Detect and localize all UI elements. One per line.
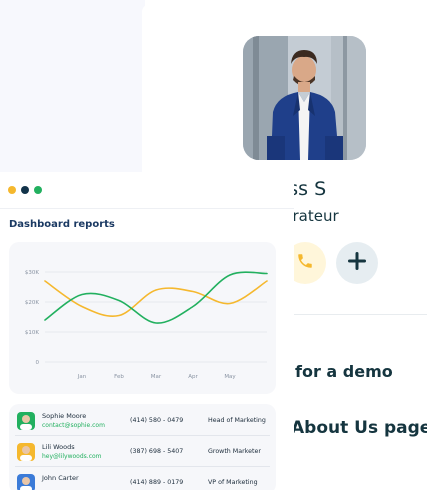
phone-icon [296, 252, 314, 274]
row-divider [15, 435, 270, 436]
x-tick-label: Mar [151, 374, 162, 380]
contact-email[interactable]: contact@sophie.com [42, 422, 105, 429]
window-dot[interactable] [21, 186, 29, 194]
contact-name: John Carter [42, 474, 79, 482]
window-dot[interactable] [8, 186, 16, 194]
window-controls [8, 186, 42, 194]
x-tick-label: Apr [188, 374, 198, 380]
add-button[interactable] [336, 242, 378, 284]
series-line-1 [44, 280, 268, 317]
row-divider [15, 466, 270, 467]
contact-phone: (414) 889 - 0179 [130, 479, 184, 486]
avatar [17, 412, 35, 430]
x-tick-label: May [224, 374, 236, 380]
background-panel [0, 0, 145, 172]
divider [292, 314, 427, 315]
plus-icon [346, 250, 368, 276]
line-chart: $30K $20K $10K 0 Jan Feb Mar Apr May [25, 270, 268, 380]
contacts-table: Sophie Moore contact@sophie.com (414) 58… [9, 404, 276, 490]
y-tick-label: $10K [25, 330, 39, 336]
contact-email[interactable]: hey@lilywoods.com [42, 453, 102, 460]
table-row[interactable]: Lili Woods hey@lilywoods.com (387) 698 -… [9, 437, 276, 467]
book-demo-link[interactable]: for a demo [295, 362, 393, 381]
contact-role: Head of Marketing [208, 417, 266, 424]
profile-photo [243, 36, 366, 160]
x-tick-label: Feb [114, 374, 124, 380]
contact-phone: (414) 580 - 0479 [130, 417, 184, 424]
contact-role: VP of Marketing [208, 479, 258, 486]
contact-name: Lili Woods [42, 443, 75, 451]
y-tick-label: $30K [25, 270, 39, 276]
window-divider [0, 208, 294, 209]
avatar [17, 443, 35, 461]
dashboard-window: Dashboard reports $30K $20K $10K 0 Jan Feb Mar… [0, 172, 294, 490]
table-row[interactable]: Sophie Moore contact@sophie.com (414) 58… [9, 406, 276, 436]
y-tick-label: 0 [36, 360, 40, 366]
window-dot[interactable] [34, 186, 42, 194]
about-us-link[interactable]: About Us page [291, 418, 427, 438]
y-tick-label: $20K [25, 300, 39, 306]
series-line-2 [44, 271, 268, 324]
table-row[interactable]: John Carter (414) 889 - 0179 VP of Marke… [9, 468, 276, 490]
contact-role: Growth Marketer [208, 448, 261, 455]
x-tick-label: Jan [77, 374, 87, 380]
contact-phone: (387) 698 - 5407 [130, 448, 184, 455]
contact-name: Sophie Moore [42, 412, 87, 420]
avatar [17, 474, 35, 490]
dashboard-title: Dashboard reports [9, 219, 115, 230]
chart-card: $30K $20K $10K 0 Jan Feb Mar Apr May [9, 242, 276, 394]
